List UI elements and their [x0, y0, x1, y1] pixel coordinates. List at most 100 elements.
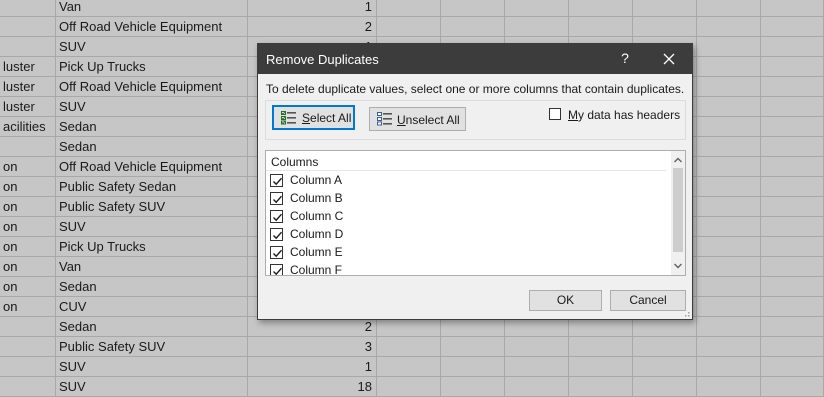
- sheet-cell[interactable]: [569, 317, 633, 337]
- sheet-cell[interactable]: Sedan: [56, 317, 248, 337]
- sheet-cell[interactable]: [697, 157, 761, 177]
- sheet-cell[interactable]: SUV: [56, 357, 248, 377]
- column-list-item[interactable]: Column C: [268, 207, 666, 225]
- sheet-cell[interactable]: [633, 357, 697, 377]
- column-checkbox[interactable]: [270, 192, 283, 205]
- sheet-cell[interactable]: Sedan: [56, 277, 248, 297]
- sheet-cell[interactable]: [633, 317, 697, 337]
- sheet-cell[interactable]: 1: [248, 0, 377, 17]
- sheet-cell[interactable]: luster: [0, 77, 56, 97]
- sheet-cell[interactable]: [633, 0, 697, 17]
- headers-checkbox-label[interactable]: My data has headers: [568, 108, 680, 122]
- sheet-cell[interactable]: on: [0, 277, 56, 297]
- sheet-cell[interactable]: [569, 17, 633, 37]
- sheet-cell[interactable]: Public Safety Sedan: [56, 177, 248, 197]
- sheet-cell[interactable]: [761, 157, 824, 177]
- sheet-cell[interactable]: 3: [248, 337, 377, 357]
- headers-checkbox[interactable]: [549, 108, 561, 120]
- sheet-cell[interactable]: [377, 17, 441, 37]
- sheet-cell[interactable]: [697, 197, 761, 217]
- sheet-cell[interactable]: 18: [248, 377, 377, 397]
- sheet-cell[interactable]: [569, 357, 633, 377]
- column-checkbox[interactable]: [270, 210, 283, 223]
- sheet-cell[interactable]: [441, 357, 505, 377]
- sheet-cell[interactable]: [0, 0, 56, 17]
- column-checkbox[interactable]: [270, 174, 283, 187]
- sheet-cell[interactable]: [697, 377, 761, 397]
- sheet-cell[interactable]: on: [0, 157, 56, 177]
- scroll-thumb[interactable]: [673, 168, 683, 252]
- column-checkbox[interactable]: [270, 246, 283, 259]
- sheet-cell[interactable]: on: [0, 197, 56, 217]
- sheet-cell[interactable]: [697, 117, 761, 137]
- sheet-cell[interactable]: [697, 257, 761, 277]
- sheet-cell[interactable]: [569, 377, 633, 397]
- sheet-cell[interactable]: SUV: [56, 37, 248, 57]
- sheet-cell[interactable]: [761, 317, 824, 337]
- sheet-cell[interactable]: [761, 17, 824, 37]
- sheet-cell[interactable]: [505, 17, 569, 37]
- sheet-cell[interactable]: [505, 317, 569, 337]
- scroll-down-button[interactable]: [671, 259, 685, 273]
- sheet-cell[interactable]: on: [0, 297, 56, 317]
- unselect-all-button[interactable]: Unselect All: [369, 107, 466, 131]
- sheet-cell[interactable]: [761, 197, 824, 217]
- sheet-cell[interactable]: on: [0, 257, 56, 277]
- sheet-cell[interactable]: [569, 337, 633, 357]
- scroll-up-button[interactable]: [671, 153, 685, 167]
- sheet-cell[interactable]: [697, 77, 761, 97]
- sheet-cell[interactable]: [697, 357, 761, 377]
- sheet-cell[interactable]: Pick Up Trucks: [56, 237, 248, 257]
- column-list-item[interactable]: Column F: [268, 261, 666, 275]
- sheet-cell[interactable]: [761, 357, 824, 377]
- sheet-cell[interactable]: [505, 357, 569, 377]
- sheet-cell[interactable]: [0, 137, 56, 157]
- cancel-button[interactable]: Cancel: [610, 290, 686, 311]
- ok-button[interactable]: OK: [529, 290, 602, 311]
- sheet-cell[interactable]: Off Road Vehicle Equipment: [56, 17, 248, 37]
- sheet-cell[interactable]: [761, 117, 824, 137]
- sheet-cell[interactable]: [441, 0, 505, 17]
- sheet-cell[interactable]: [761, 377, 824, 397]
- sheet-cell[interactable]: [761, 0, 824, 17]
- sheet-cell[interactable]: Sedan: [56, 117, 248, 137]
- sheet-cell[interactable]: luster: [0, 57, 56, 77]
- sheet-cell[interactable]: Van: [56, 257, 248, 277]
- sheet-cell[interactable]: [761, 57, 824, 77]
- sheet-cell[interactable]: [761, 217, 824, 237]
- sheet-cell[interactable]: [377, 317, 441, 337]
- sheet-cell[interactable]: [441, 317, 505, 337]
- sheet-cell[interactable]: [761, 177, 824, 197]
- sheet-cell[interactable]: [697, 177, 761, 197]
- sheet-cell[interactable]: [761, 137, 824, 157]
- sheet-cell[interactable]: [505, 0, 569, 17]
- sheet-cell[interactable]: [761, 257, 824, 277]
- sheet-cell[interactable]: Off Road Vehicle Equipment: [56, 77, 248, 97]
- sheet-cell[interactable]: [697, 217, 761, 237]
- sheet-cell[interactable]: [697, 237, 761, 257]
- sheet-cell[interactable]: [377, 337, 441, 357]
- sheet-cell[interactable]: on: [0, 177, 56, 197]
- close-button[interactable]: [657, 48, 681, 70]
- column-list-item[interactable]: Column A: [268, 171, 666, 189]
- sheet-cell[interactable]: SUV: [56, 217, 248, 237]
- column-list-item[interactable]: Column B: [268, 189, 666, 207]
- sheet-cell[interactable]: 1: [248, 357, 377, 377]
- sheet-cell[interactable]: Van: [56, 0, 248, 17]
- sheet-cell[interactable]: [0, 377, 56, 397]
- sheet-cell[interactable]: [697, 57, 761, 77]
- sheet-cell[interactable]: [697, 17, 761, 37]
- sheet-cell[interactable]: [697, 277, 761, 297]
- sheet-cell[interactable]: [761, 97, 824, 117]
- column-checkbox[interactable]: [270, 264, 283, 275]
- sheet-cell[interactable]: Off Road Vehicle Equipment: [56, 157, 248, 177]
- sheet-cell[interactable]: [505, 377, 569, 397]
- sheet-cell[interactable]: [569, 0, 633, 17]
- sheet-cell[interactable]: SUV: [56, 377, 248, 397]
- sheet-cell[interactable]: [441, 377, 505, 397]
- sheet-cell[interactable]: [633, 337, 697, 357]
- dialog-titlebar[interactable]: Remove Duplicates ?: [258, 44, 692, 74]
- sheet-cell[interactable]: [761, 77, 824, 97]
- resize-grip-icon[interactable]: [682, 310, 691, 319]
- sheet-cell[interactable]: Pick Up Trucks: [56, 57, 248, 77]
